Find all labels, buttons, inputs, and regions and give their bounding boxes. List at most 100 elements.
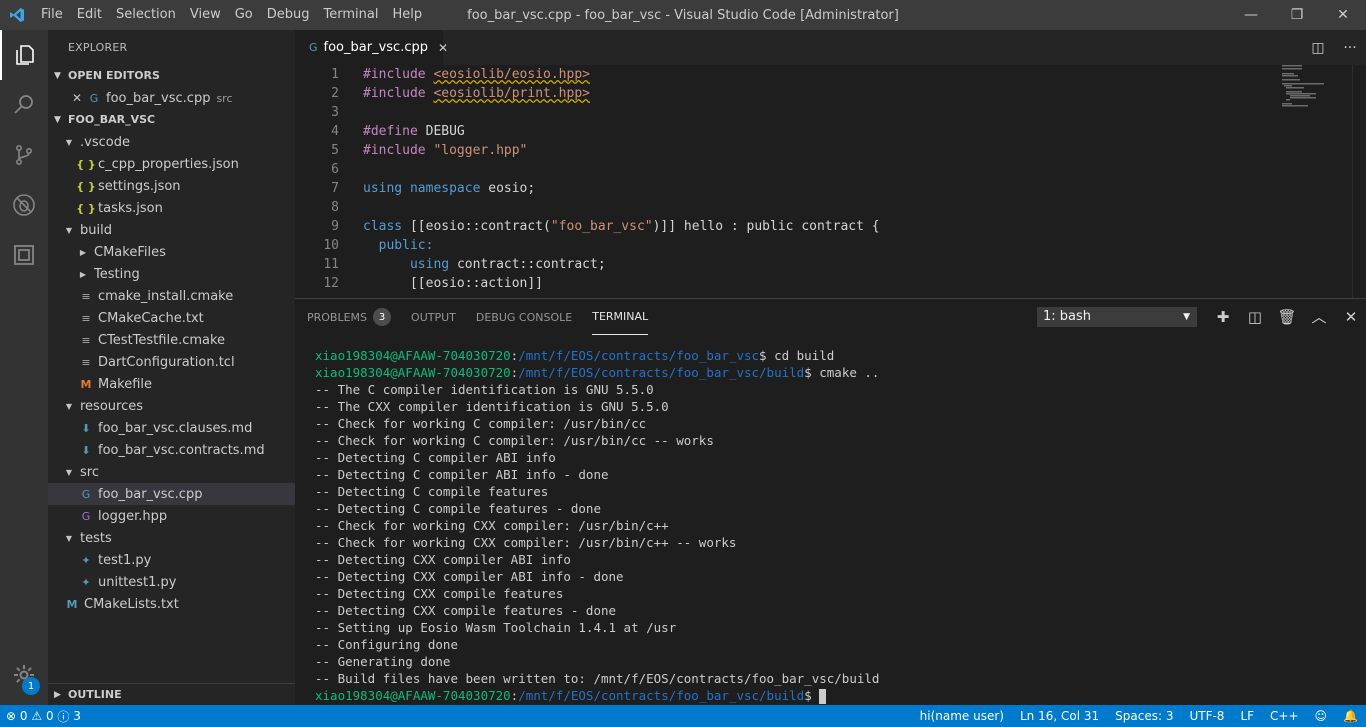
editor-actions: ◫ ··· [1302,30,1366,65]
status-cursor-position[interactable]: Ln 16, Col 31 [1012,709,1107,723]
file-item[interactable]: M CMakeLists.txt [48,593,295,615]
file-item[interactable]: M Makefile [48,373,295,395]
explorer-button[interactable] [0,30,48,80]
terminal-line: -- Detecting CXX compiler ABI info [315,551,1355,568]
manage-button[interactable]: 1 [0,653,48,697]
code-line: #include "logger.hpp" [363,141,880,160]
terminal-output: -- Detecting C compiler ABI info - done [315,467,609,482]
line-number: 9 [331,219,339,234]
tab-problems[interactable]: PROBLEMS 3 [307,299,392,335]
terminal-select[interactable]: 1: bash ▼ [1037,307,1197,327]
outline-section[interactable]: ▶ OUTLINE [48,683,295,705]
menu-help[interactable]: Help [385,0,429,30]
minimize-button[interactable]: — [1228,0,1274,30]
open-editors-section[interactable]: ▼ OPEN EDITORS [48,65,295,87]
tree-item-label: CMakeFiles [94,244,166,260]
notifications-icon[interactable]: 🔔 [1335,709,1366,723]
problems-status[interactable]: ⊗ 0 ⚠ 0 ⓘ 3 [0,708,81,725]
panel-tab-label: TERMINAL [592,310,649,323]
tab-output[interactable]: OUTPUT [411,299,456,335]
menu-go[interactable]: Go [228,0,260,30]
editor-scrollbar[interactable] [1352,65,1366,298]
file-item[interactable]: ⬇ foo_bar_vsc.contracts.md [48,439,295,461]
tree-item-label: Makefile [98,376,153,392]
file-item[interactable]: ≡ CMakeCache.txt [48,307,295,329]
terminal-path: /mnt/f/EOS/contracts/foo_bar_vsc [518,348,760,363]
folder-item[interactable]: ▶ Testing [48,263,295,285]
tree-item-label: .vscode [80,134,130,150]
menu-terminal[interactable]: Terminal [317,0,386,30]
search-button[interactable] [0,80,48,130]
split-terminal-icon[interactable]: ◫ [1239,307,1271,327]
code-content[interactable]: #include <eosiolib/eosio.hpp> #include <e… [363,65,880,293]
chevron-down-icon: ▼ [65,533,73,543]
file-item[interactable]: ✦ unittest1.py [48,571,295,593]
source-control-button[interactable] [0,130,48,180]
menu-view[interactable]: View [183,0,228,30]
feedback-icon[interactable]: ☺ [1307,709,1336,723]
status-indentation[interactable]: Spaces: 3 [1107,709,1181,723]
file-item[interactable]: { } c_cpp_properties.json [48,153,295,175]
folder-item[interactable]: ▼ resources [48,395,295,417]
file-item[interactable]: ✦ test1.py [48,549,295,571]
terminal-line: -- Detecting CXX compile features - done [315,602,1355,619]
python-file-icon: ✦ [81,553,91,567]
project-section[interactable]: ▼ FOO_BAR_VSC [48,109,295,131]
extensions-button[interactable] [0,230,48,280]
folder-item[interactable]: ▼ build [48,219,295,241]
folder-item[interactable]: ▼ src [48,461,295,483]
tab-foo-bar-vsc-cpp[interactable]: G foo_bar_vsc.cpp ✕ [295,30,448,65]
menu-debug[interactable]: Debug [260,0,317,30]
code-editor[interactable]: 1 2 3 4 5 6 7 8 9 10 11 12 #include <eosiolib/eosio… [295,65,1366,298]
menu-file[interactable]: File [34,0,70,30]
folder-item[interactable]: ▼ .vscode [48,131,295,153]
terminal-output: -- Check for working CXX compiler: /usr/… [315,535,737,550]
line-number: 2 [331,86,339,101]
close-tab-icon[interactable]: ✕ [438,41,448,55]
code-line: using contract::contract; [363,255,880,274]
maximize-panel-icon[interactable]: ︿ [1303,307,1335,327]
tab-label: foo_bar_vsc.cpp [323,40,428,55]
chevron-down-icon: ▼ [65,467,73,477]
tab-debug-console[interactable]: DEBUG CONSOLE [476,299,572,335]
line-number: 3 [331,105,339,120]
more-actions-icon[interactable]: ··· [1334,40,1366,56]
new-terminal-icon[interactable]: ✚ [1207,307,1239,327]
tree-item-label: CTestTestfile.cmake [98,332,226,348]
debug-button[interactable] [0,180,48,230]
terminal[interactable]: xiao198304@AFAAW-704030720:/mnt/f/EOS/co… [315,347,1355,704]
close-icon[interactable]: ✕ [68,91,86,105]
file-item[interactable]: Glogger.hpp [48,505,295,527]
status-eol[interactable]: LF [1232,709,1262,723]
close-panel-icon[interactable]: ✕ [1335,307,1366,327]
cpp-file-icon: G [309,41,318,54]
line-number: 4 [331,124,339,139]
minimap[interactable] [1282,65,1352,115]
menu-edit[interactable]: Edit [70,0,109,30]
menu-selection[interactable]: Selection [109,0,183,30]
cpp-file-icon: G [81,487,91,501]
tree-item-label: c_cpp_properties.json [98,156,239,172]
file-item[interactable]: { } settings.json [48,175,295,197]
close-window-button[interactable]: ✕ [1320,0,1366,30]
folder-item[interactable]: ▶ CMakeFiles [48,241,295,263]
folder-item[interactable]: ▼ tests [48,527,295,549]
file-item[interactable]: ≡ CTestTestfile.cmake [48,329,295,351]
hpp-file-icon: G [81,509,91,523]
tab-terminal[interactable]: TERMINAL [592,299,649,335]
status-encoding[interactable]: UTF-8 [1181,709,1232,723]
file-item[interactable]: Gfoo_bar_vsc.cpp [48,483,295,505]
line-number: 8 [331,200,339,215]
code-token: namespace [409,181,489,196]
status-language[interactable]: C++ [1262,709,1307,723]
file-item[interactable]: ≡ cmake_install.cmake [48,285,295,307]
open-editor-item[interactable]: ✕ Gfoo_bar_vsc.cpp src [48,87,295,109]
line-number: 5 [331,143,339,158]
restore-button[interactable]: ❐ [1274,0,1320,30]
file-item[interactable]: { } tasks.json [48,197,295,219]
split-editor-icon[interactable]: ◫ [1302,40,1334,56]
file-item[interactable]: ⬇ foo_bar_vsc.clauses.md [48,417,295,439]
status-user[interactable]: hi(name user) [912,709,1012,723]
file-item[interactable]: ≡ DartConfiguration.tcl [48,351,295,373]
trash-icon[interactable]: 🗑 [1271,307,1303,327]
